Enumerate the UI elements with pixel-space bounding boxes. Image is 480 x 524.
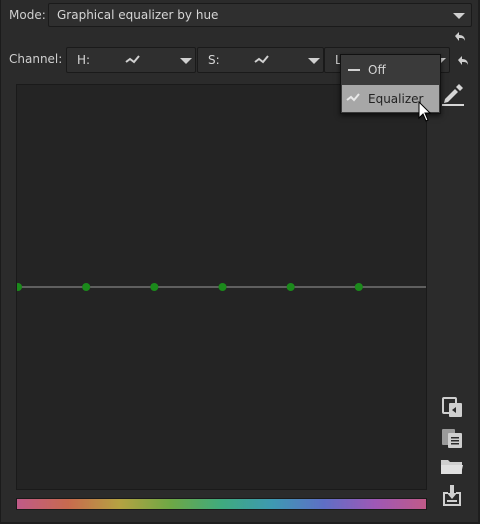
equalizer-curve-canvas[interactable] bbox=[17, 85, 426, 489]
menu-item-equalizer-label: Equalizer bbox=[368, 91, 424, 106]
reset-icon[interactable] bbox=[455, 54, 471, 68]
curve-icon bbox=[254, 55, 269, 64]
copy-icon[interactable] bbox=[440, 395, 464, 419]
save-icon[interactable] bbox=[441, 484, 463, 508]
equalizer-node[interactable] bbox=[218, 283, 227, 291]
equalizer-node[interactable] bbox=[286, 283, 295, 291]
equalizer-node[interactable] bbox=[17, 283, 22, 291]
channel-s-select[interactable]: S: bbox=[197, 47, 324, 73]
chevron-down-icon bbox=[308, 58, 320, 64]
equalizer-node[interactable] bbox=[82, 283, 91, 291]
mode-label: Mode: bbox=[9, 8, 46, 22]
panel-border-left bbox=[0, 0, 1, 524]
equalizer-node[interactable] bbox=[150, 283, 159, 291]
chevron-down-icon bbox=[180, 58, 192, 64]
picker-icon[interactable] bbox=[440, 82, 466, 106]
paste-icon[interactable] bbox=[440, 425, 464, 449]
hue-gradient-bar bbox=[16, 498, 427, 510]
menu-item-off[interactable]: Off bbox=[342, 56, 439, 83]
mode-select[interactable]: Graphical equalizer by hue bbox=[48, 3, 472, 27]
curve-icon bbox=[346, 93, 360, 102]
open-folder-icon[interactable] bbox=[440, 456, 464, 476]
equalizer-node[interactable] bbox=[354, 283, 363, 291]
menu-item-off-label: Off bbox=[368, 62, 386, 77]
curve-icon bbox=[125, 55, 140, 64]
reset-icon[interactable] bbox=[452, 30, 468, 44]
mouse-cursor-icon bbox=[418, 101, 432, 122]
equalizer-graph[interactable] bbox=[16, 84, 427, 490]
channel-s-label: S: bbox=[208, 53, 220, 67]
mode-value: Graphical equalizer by hue bbox=[57, 8, 219, 22]
channel-h-label: H: bbox=[77, 53, 91, 67]
flat-line-icon bbox=[348, 69, 360, 71]
chevron-down-icon bbox=[453, 13, 465, 19]
channel-h-select[interactable]: H: bbox=[66, 47, 196, 73]
channel-label: Channel: bbox=[9, 52, 63, 66]
